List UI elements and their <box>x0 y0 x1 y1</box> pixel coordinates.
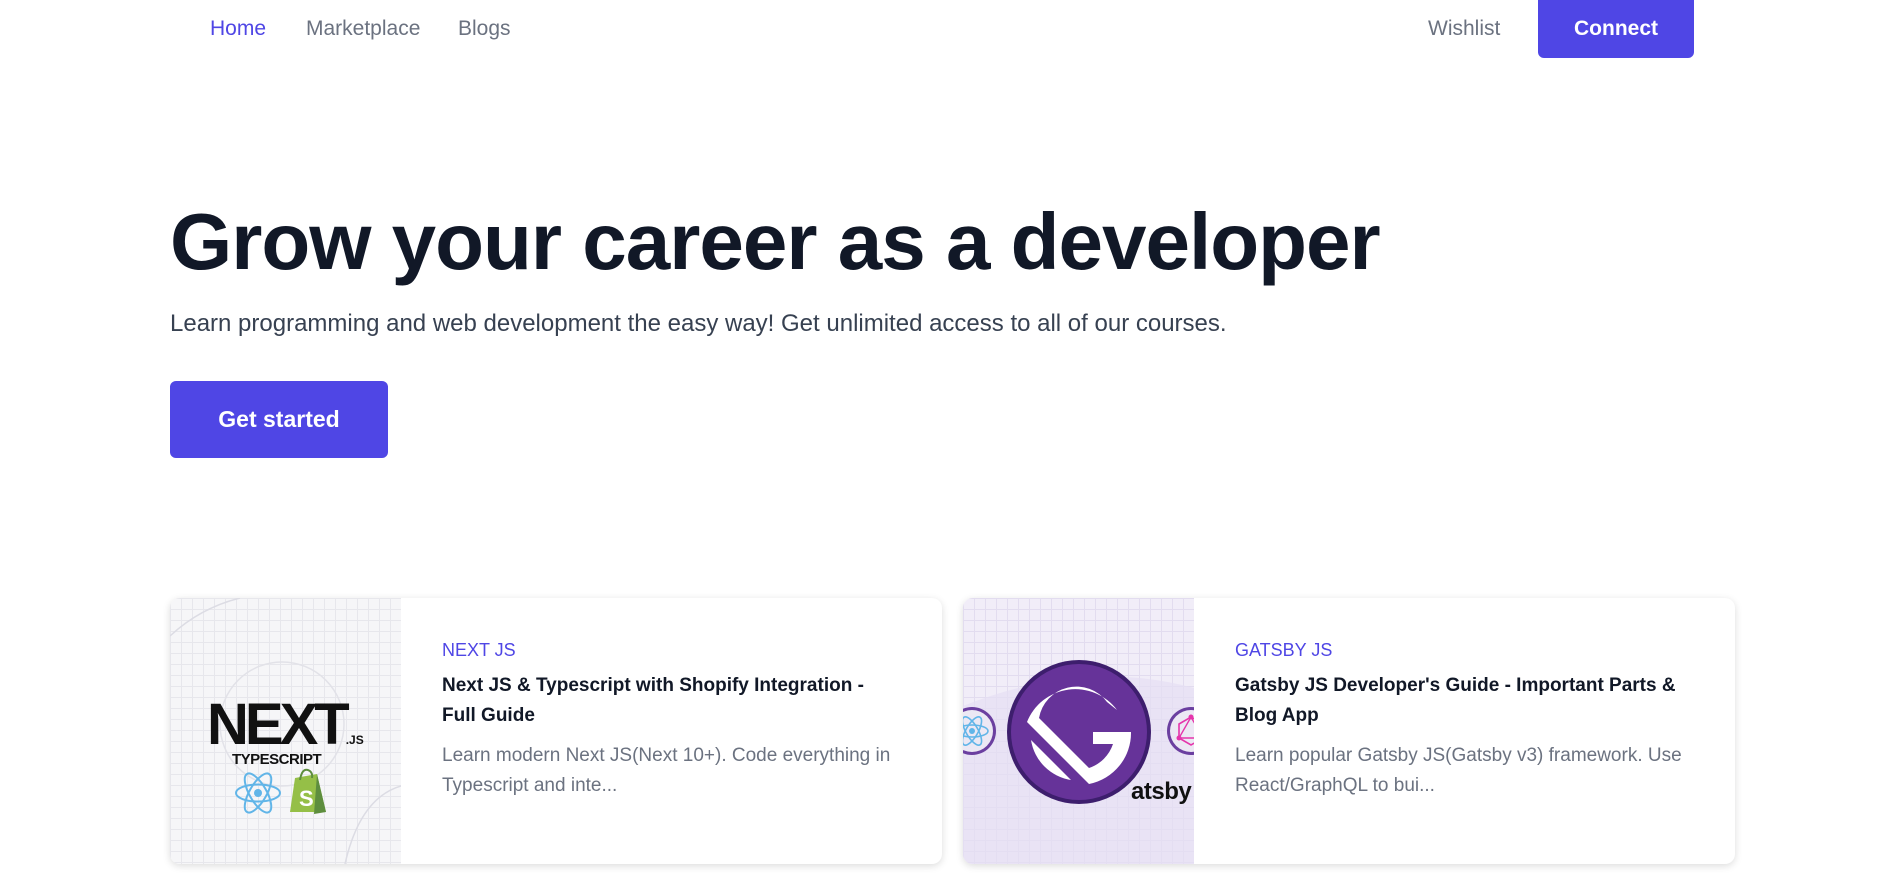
hero-title: Grow your career as a developer <box>170 197 1381 286</box>
svg-text:S: S <box>299 786 314 811</box>
course-category: GATSBY JS <box>1235 640 1333 660</box>
course-card-gatsby[interactable]: atsby GATSBY JS Gatsby JS Developer's Gu… <box>963 598 1735 864</box>
connect-button[interactable]: Connect <box>1538 0 1694 58</box>
course-category: NEXT JS <box>442 640 516 660</box>
nav-marketplace-link[interactable]: Marketplace <box>306 17 420 41</box>
nav-blogs-link[interactable]: Blogs <box>458 17 511 41</box>
nav-wishlist-link[interactable]: Wishlist <box>1428 17 1500 41</box>
course-thumbnail-nextjs: NEXT.JS TYPESCRIPT S <box>170 598 401 864</box>
course-description: Learn popular Gatsby JS(Gatsby v3) frame… <box>1235 745 1682 796</box>
course-card-nextjs[interactable]: NEXT.JS TYPESCRIPT S NEXT JS Next JS & T… <box>170 598 942 864</box>
top-navbar: Home Marketplace Blogs Wishlist Connect <box>0 0 1881 60</box>
shopify-icon: S <box>290 768 326 814</box>
react-icon <box>963 707 996 755</box>
course-description: Learn modern Next JS(Next 10+). Code eve… <box>442 745 891 796</box>
nav-home-link[interactable]: Home <box>210 17 266 41</box>
gatsby-wordmark: atsby <box>1131 778 1192 805</box>
graphql-icon <box>1167 707 1194 755</box>
course-title[interactable]: Gatsby JS Developer's Guide - Important … <box>1235 671 1695 731</box>
react-icon <box>235 772 281 814</box>
course-thumbnail-gatsby: atsby <box>963 598 1194 864</box>
hero-subtitle: Learn programming and web development th… <box>170 310 1227 337</box>
course-title[interactable]: Next JS & Typescript with Shopify Integr… <box>442 671 902 731</box>
get-started-button[interactable]: Get started <box>170 381 388 458</box>
